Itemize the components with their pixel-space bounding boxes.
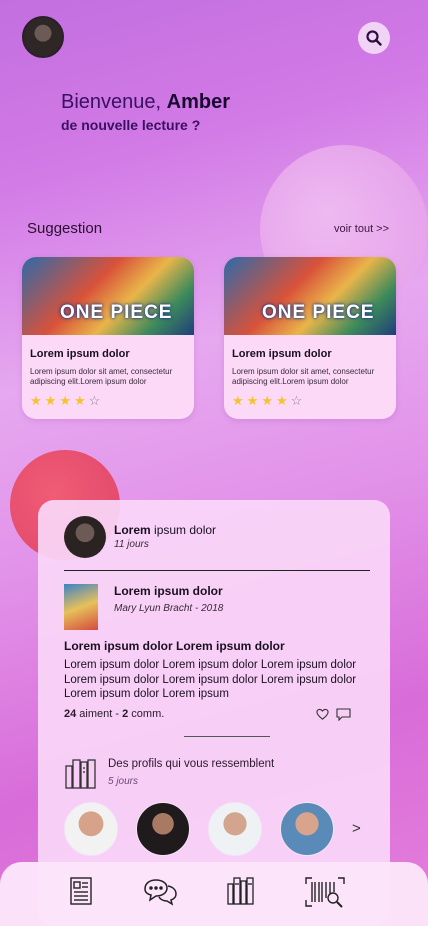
profile-avatar[interactable]: [64, 802, 118, 856]
rating-stars: ★★★★☆: [30, 393, 103, 409]
star-filled-icon: ★: [275, 393, 291, 408]
post-author-avatar[interactable]: [64, 516, 106, 558]
comments-label: comm.: [128, 708, 165, 720]
user-avatar[interactable]: [22, 16, 64, 58]
star-filled-icon: ★: [73, 393, 89, 408]
post-author-name[interactable]: Lorem ipsum dolor: [114, 523, 216, 537]
star-filled-icon: ★: [232, 393, 247, 408]
book-thumbnail[interactable]: [64, 584, 98, 630]
suggestion-card[interactable]: ONE PIECE Lorem ipsum dolor Lorem ipsum …: [22, 257, 194, 419]
likes-label: aiment: [76, 708, 113, 720]
card-description: Lorem ipsum dolor sit amet, consectetur …: [30, 367, 173, 386]
stats-separator: -: [112, 708, 123, 720]
comment-icon[interactable]: [336, 708, 351, 721]
book-title[interactable]: Lorem ipsum dolor: [114, 584, 223, 598]
book-cover-image: ONE PIECE: [22, 257, 194, 335]
post-time: 11 jours: [114, 539, 149, 550]
rating-stars: ★★★★☆: [232, 393, 305, 409]
card-title: Lorem ipsum dolor: [232, 348, 332, 360]
star-filled-icon: ★: [59, 393, 74, 408]
barcode-scan-icon[interactable]: [304, 876, 346, 908]
author-first: Lorem: [114, 523, 151, 537]
star-filled-icon: ★: [30, 393, 45, 408]
star-filled-icon: ★: [44, 393, 60, 408]
cover-logo-text: ONE PIECE: [60, 302, 173, 323]
profiles-next-button[interactable]: >: [352, 820, 361, 837]
book-cover-image: ONE PIECE: [224, 257, 396, 335]
profile-avatar[interactable]: [280, 802, 334, 856]
welcome-heading: Bienvenue, Amber: [61, 91, 230, 114]
see-all-link[interactable]: voir tout >>: [334, 223, 389, 235]
library-icon[interactable]: [226, 876, 258, 906]
star-filled-icon: ★: [246, 393, 262, 408]
post-heading: Lorem ipsum dolor Lorem ipsum dolor: [64, 639, 285, 653]
star-empty-icon: ☆: [88, 393, 104, 408]
post-stats: 24 aiment - 2 comm.: [64, 708, 164, 720]
search-button[interactable]: [358, 22, 390, 54]
heart-icon[interactable]: [316, 708, 329, 721]
star-filled-icon: ★: [261, 393, 276, 408]
suggestion-title: Suggestion: [27, 220, 103, 237]
bottom-tab-bar: [0, 862, 428, 926]
book-author: Mary Lyun Bracht - 2018: [114, 603, 224, 614]
divider: [184, 736, 270, 737]
author-rest: ipsum dolor: [150, 523, 217, 537]
card-title: Lorem ipsum dolor: [30, 348, 130, 360]
post-body: Lorem ipsum dolor Lorem ipsum dolor Lore…: [64, 659, 357, 700]
search-icon: [366, 30, 382, 46]
suggestion-card[interactable]: ONE PIECE Lorem ipsum dolor Lorem ipsum …: [224, 257, 396, 419]
chat-icon[interactable]: [142, 876, 178, 906]
profile-avatar[interactable]: [136, 802, 190, 856]
welcome-subtitle: de nouvelle lecture ?: [61, 117, 201, 133]
divider: [64, 570, 370, 571]
cover-logo-text: ONE PIECE: [262, 302, 375, 323]
books-icon: [65, 759, 96, 789]
news-icon[interactable]: [68, 876, 94, 906]
user-name: Amber: [166, 91, 230, 113]
profiles-title: Des profils qui vous ressemblent: [108, 758, 275, 770]
likes-count: 24: [64, 708, 77, 720]
card-description: Lorem ipsum dolor sit amet, consectetur …: [232, 367, 375, 386]
star-empty-icon: ☆: [290, 393, 306, 408]
profile-avatar[interactable]: [208, 802, 262, 856]
profiles-time: 5 jours: [108, 776, 139, 787]
greeting-text: Bienvenue,: [61, 91, 167, 113]
